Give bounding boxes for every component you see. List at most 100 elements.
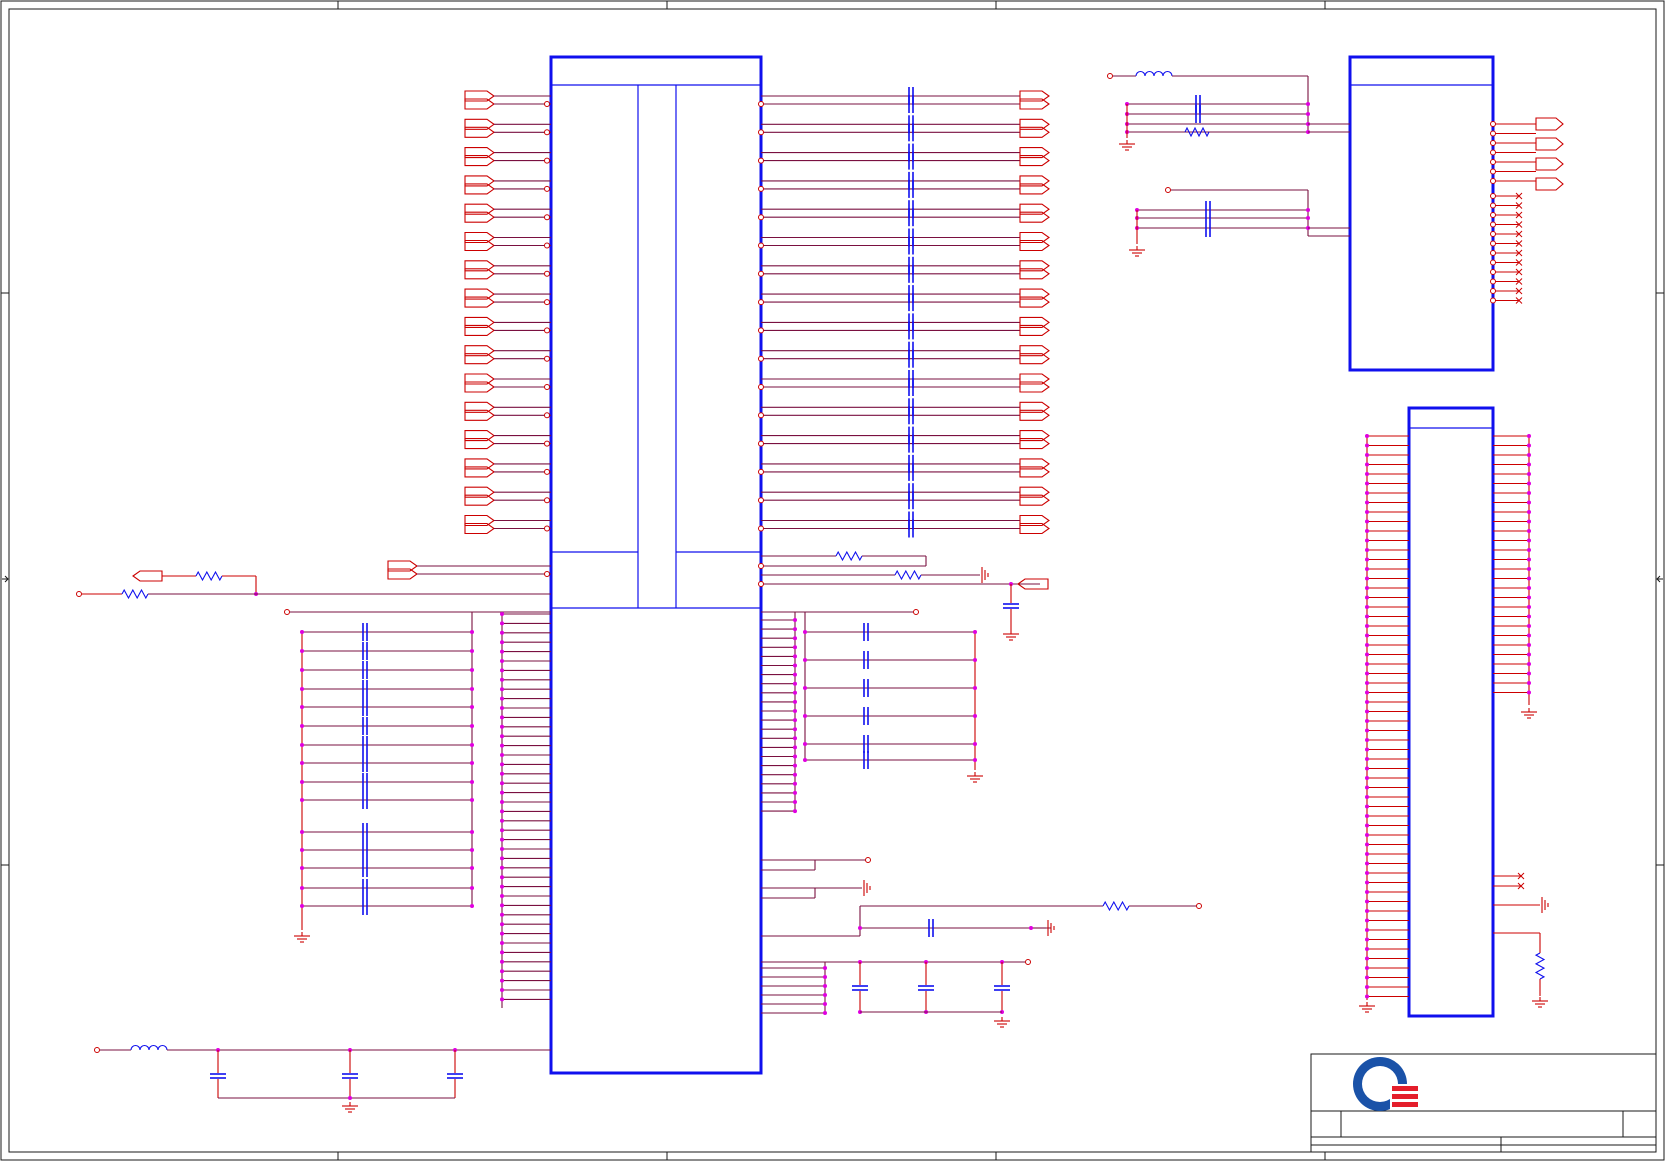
junction-dot — [500, 894, 504, 898]
pin-end — [544, 571, 550, 577]
junction-dot — [1527, 662, 1531, 666]
pin-end — [758, 412, 764, 419]
junction-dot — [803, 742, 807, 746]
junction-dot — [973, 758, 977, 762]
junction-dot — [500, 884, 504, 889]
junction-dot — [470, 649, 474, 653]
pin-end — [1490, 178, 1496, 184]
junction-dot — [1365, 643, 1369, 647]
junction-dot — [1365, 529, 1369, 533]
junction-dot — [823, 1002, 827, 1006]
junction-dot — [1365, 823, 1369, 828]
junction-dot — [793, 727, 797, 732]
junction-dot — [1306, 102, 1310, 106]
junction-dot — [973, 630, 977, 634]
junction-dot — [1365, 709, 1369, 714]
junction-dot — [500, 922, 504, 927]
pin-end — [544, 299, 550, 306]
clock-ic-body — [1348, 55, 1495, 372]
junction-dot — [500, 800, 504, 804]
junction-dot — [793, 663, 797, 668]
junction-dot — [500, 640, 504, 645]
pin-end — [1107, 73, 1113, 79]
junction-dot — [1527, 510, 1531, 514]
inductor — [1135, 70, 1173, 77]
junction-dot — [1365, 985, 1369, 989]
junction-dot — [1365, 804, 1369, 809]
junction-dot — [1365, 681, 1369, 685]
junction-dot — [500, 856, 504, 861]
junction-dot — [1365, 633, 1369, 638]
junction-dot — [793, 672, 797, 677]
junction-dot — [500, 781, 504, 786]
junction-dot — [1365, 814, 1369, 818]
port-flag — [1535, 117, 1564, 131]
junction-dot — [1029, 926, 1033, 930]
junction-dot — [1365, 861, 1369, 866]
pin-end — [758, 157, 764, 164]
junction-dot — [858, 926, 862, 930]
junction-dot — [1527, 633, 1531, 638]
junction-dot — [1306, 112, 1310, 116]
junction-dot — [500, 724, 504, 729]
junction-dot — [1365, 453, 1369, 457]
junction-dot — [500, 715, 504, 720]
junction-dot — [1527, 681, 1531, 685]
pin-end — [544, 270, 550, 277]
junction-dot — [1365, 728, 1369, 733]
junction-dot — [500, 818, 504, 823]
junction-dot — [470, 886, 474, 890]
pin-end — [1490, 149, 1496, 156]
junction-dot — [973, 686, 977, 690]
junction-dot — [1527, 671, 1531, 676]
junction-dot — [300, 649, 304, 653]
junction-dot — [300, 780, 304, 784]
pin-end — [758, 497, 764, 504]
junction-dot — [300, 904, 304, 908]
junction-dot — [470, 743, 474, 747]
pin-end — [758, 581, 764, 587]
pin-end — [1490, 250, 1496, 256]
junction-dot — [1365, 557, 1369, 562]
junction-dot — [500, 677, 504, 682]
pin-end — [758, 327, 764, 334]
pin-end — [758, 270, 764, 277]
junction-dot — [500, 659, 504, 663]
junction-dot — [500, 875, 504, 880]
junction-dot — [1527, 652, 1531, 657]
junction-dot — [973, 714, 977, 718]
junction-dot — [1527, 462, 1531, 467]
resistor — [835, 550, 863, 562]
junction-dot — [823, 984, 827, 988]
junction-dot — [470, 798, 474, 802]
pin-end — [1490, 221, 1496, 228]
junction-dot — [793, 690, 797, 695]
port-flag — [1535, 177, 1564, 191]
junction-dot — [500, 865, 504, 870]
junction-dot — [1365, 567, 1369, 571]
junction-dot — [793, 681, 797, 686]
junction-dot — [1527, 690, 1531, 695]
junction-dot — [300, 848, 304, 852]
junction-dot — [500, 612, 504, 616]
junction-dot — [823, 1011, 827, 1015]
pin-end — [758, 242, 764, 249]
junction-dot — [1527, 453, 1531, 457]
junction-dot — [500, 959, 504, 964]
junction-dot — [1365, 576, 1369, 581]
junction-dot — [1365, 662, 1369, 666]
junction-dot — [1527, 576, 1531, 581]
junction-dot — [1365, 624, 1369, 628]
junction-dot — [1527, 491, 1531, 495]
resistor — [894, 569, 922, 581]
junction-dot — [500, 837, 504, 842]
junction-dot — [1365, 795, 1369, 799]
junction-dot — [1365, 472, 1369, 476]
port-flag — [132, 570, 163, 582]
pin-end — [544, 129, 550, 136]
junction-dot — [1365, 747, 1369, 752]
junction-dot — [300, 724, 304, 728]
junction-dot — [500, 668, 504, 673]
junction-dot — [793, 654, 797, 659]
junction-dot — [500, 912, 504, 917]
